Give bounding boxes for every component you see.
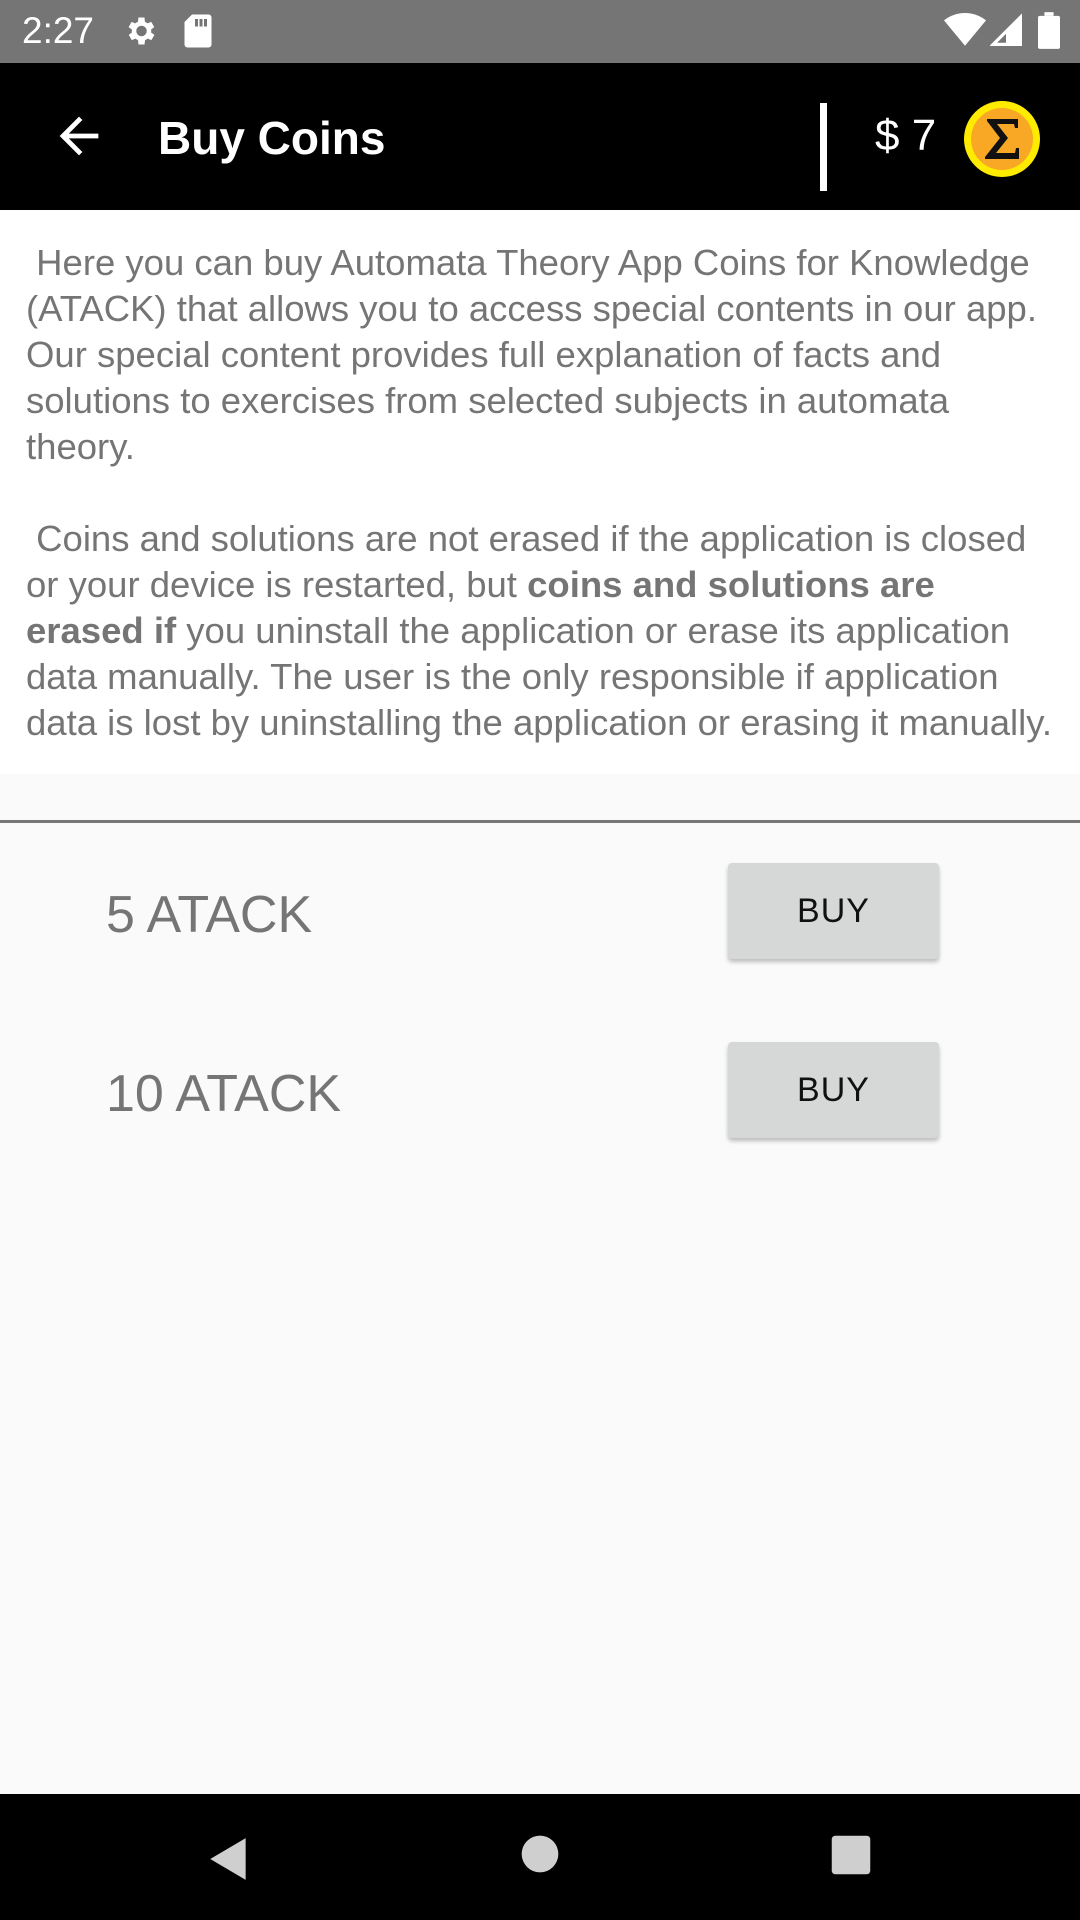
content-area: Here you can buy Automata Theory App Coi…	[0, 210, 1080, 774]
buy-5-button[interactable]: BUY	[728, 863, 939, 959]
battery-icon	[1038, 12, 1060, 49]
intro-description: Here you can buy Automata Theory App Coi…	[0, 210, 1080, 774]
product-label: 10 ATACK	[106, 1065, 342, 1123]
back-arrow-icon[interactable]	[50, 107, 108, 165]
product-row-10: 10 ATACK BUY	[0, 1042, 1080, 1152]
product-row-5: 5 ATACK BUY	[0, 863, 1080, 973]
status-time: 2:27	[22, 10, 95, 51]
nav-home-icon[interactable]	[520, 1834, 560, 1874]
system-nav-bar	[0, 1794, 1080, 1920]
intro-paragraph-1: Here you can buy Automata Theory App Coi…	[26, 242, 1048, 467]
cell-signal-icon	[990, 13, 1022, 46]
page-title: Buy Coins	[158, 112, 386, 164]
section-divider	[0, 820, 1080, 823]
sd-card-icon	[184, 14, 212, 48]
coin-balance: $ 7	[875, 111, 937, 160]
app-bar: Buy Coins $ 7	[0, 63, 1080, 210]
status-bar: 2:27	[0, 0, 1080, 63]
toolbar-divider	[820, 103, 827, 191]
product-label: 5 ATACK	[106, 886, 313, 944]
settings-gear-icon	[128, 17, 155, 45]
sigma-coin-icon	[964, 101, 1040, 177]
buy-10-button[interactable]: BUY	[728, 1042, 939, 1138]
wifi-icon	[944, 13, 986, 46]
nav-back-icon[interactable]	[204, 1834, 254, 1884]
nav-recents-icon[interactable]	[830, 1834, 872, 1876]
intro-paragraph-2-end: you uninstall the application or erase i…	[26, 610, 1052, 743]
